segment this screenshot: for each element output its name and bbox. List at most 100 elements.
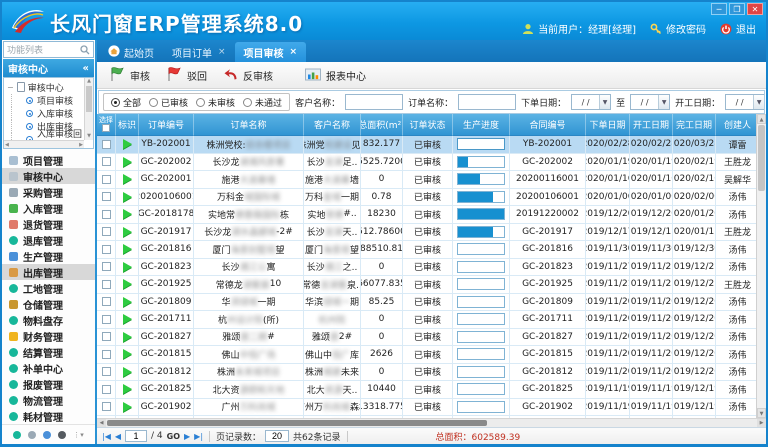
prev-page-button[interactable]: ◀ (115, 432, 121, 441)
table-row[interactable]: GC-201815佛山中恒广场佛山中恒广库2626已审核GC-201815201… (97, 346, 756, 364)
table-row[interactable]: GC-201816厦门海景别墅观望厦门海景观望188510.818已审核GC-2… (97, 241, 756, 259)
sidebar-item-审核中心[interactable]: 审核中心 (2, 168, 95, 184)
row-checkbox[interactable] (102, 280, 111, 289)
sidebar-item-退货管理[interactable]: 退货管理 (2, 216, 95, 232)
row-checkbox[interactable] (102, 157, 111, 166)
first-page-button[interactable]: |◀ (102, 432, 111, 441)
tab-项目审核[interactable]: 项目审核× (235, 42, 307, 62)
sidebar-item-补单中心[interactable]: 补单中心 (2, 360, 95, 376)
sidebar-item-物料盘存[interactable]: 物料盘存 (2, 312, 95, 328)
page-size-input[interactable] (265, 430, 289, 442)
maximize-button[interactable]: ❐ (729, 3, 745, 15)
column-header-开工日期[interactable]: 开工日期 (630, 114, 673, 136)
dropdown-icon[interactable]: ▼ (658, 95, 669, 109)
column-header-订单编号[interactable]: 订单编号 (139, 114, 194, 136)
radio-未通过[interactable]: 未通过 (243, 96, 282, 109)
close-tab-icon[interactable]: × (218, 47, 226, 57)
next-page-button[interactable]: ▶ (184, 432, 190, 441)
scrollbar-thumb[interactable] (758, 125, 765, 191)
row-checkbox[interactable] (102, 297, 111, 306)
cart-icon[interactable] (28, 431, 36, 439)
radio-已审核[interactable]: 已审核 (149, 96, 188, 109)
column-header-创建人[interactable]: 创建人 (716, 114, 756, 136)
column-header-标识[interactable]: 标识 (116, 114, 139, 136)
column-header-完工日期[interactable]: 完工日期 (673, 114, 716, 136)
customer-name-input[interactable] (345, 94, 403, 110)
column-header-生产进度[interactable]: 生产进度 (453, 114, 510, 136)
grid-vertical-scrollbar[interactable]: ▲ ▼ (756, 114, 766, 418)
table-row[interactable]: GC-2018178实地常德蔷薇国际栋实地常德#..18230已审核201912… (97, 206, 756, 224)
tab-项目订单[interactable]: 项目订单× (163, 42, 235, 62)
dropdown-icon[interactable]: ▼ (599, 95, 610, 109)
close-tab-icon[interactable]: × (290, 47, 298, 57)
tab-起始页[interactable]: 起始页 (99, 42, 163, 62)
dropdown-icon[interactable]: ▼ (753, 95, 764, 109)
column-header-合同编号[interactable]: 合同编号 (510, 114, 586, 136)
row-checkbox[interactable] (102, 227, 111, 236)
start-date-picker[interactable]: / /▼ (725, 94, 765, 110)
scroll-left-icon[interactable]: ◀ (97, 419, 106, 427)
row-checkbox[interactable] (102, 332, 111, 341)
tree-expander-icon[interactable]: − (7, 83, 14, 92)
table-row[interactable]: GC-202002长沙龙湖湘风原著长沙龙湖足..65525.7200..已审核G… (97, 154, 756, 172)
page-number-input[interactable] (125, 430, 147, 442)
column-header-订单名称[interactable]: 订单名称 (194, 114, 304, 136)
row-checkbox[interactable] (102, 175, 111, 184)
order-date-from-picker[interactable]: / /▼ (571, 94, 611, 110)
scroll-right-icon[interactable]: ▶ (757, 419, 766, 427)
sidebar-item-入库管理[interactable]: 入库管理 (2, 200, 95, 216)
row-checkbox[interactable] (102, 367, 111, 376)
order-date-to-picker[interactable]: / /▼ (630, 94, 670, 110)
table-row[interactable]: 20200106001万科金域国际城万科金域一期0.78已审核202001060… (97, 189, 756, 207)
grid-horizontal-scrollbar[interactable]: ◀ ▶ (97, 418, 766, 427)
minimize-button[interactable]: ─ (711, 3, 727, 15)
sidebar-item-生产管理[interactable]: 生产管理 (2, 248, 95, 264)
row-checkbox[interactable] (102, 262, 111, 271)
last-page-button[interactable]: ▶| (194, 432, 203, 441)
sidebar-item-物流管理[interactable]: 物流管理 (2, 392, 95, 408)
column-header-订单状态[interactable]: 订单状态 (403, 114, 453, 136)
sidebar-item-采购管理[interactable]: 采购管理 (2, 184, 95, 200)
sidebar-item-出库管理[interactable]: 出库管理 (2, 264, 95, 280)
leaf-icon[interactable] (43, 431, 51, 439)
table-row[interactable]: GC-201902广州万科尚城广州万科尚城森林13318.775已审核GC-20… (97, 399, 756, 417)
table-row[interactable]: GC-201825北大资源颐和天地北大资源天..10440已审核GC-20182… (97, 381, 756, 399)
order-name-input[interactable] (458, 94, 516, 110)
collapse-panel-icon[interactable]: « (83, 63, 89, 74)
sidebar-item-报废管理[interactable]: 报废管理 (2, 376, 95, 392)
function-search-input[interactable]: 功能列表 (3, 41, 94, 58)
row-checkbox[interactable] (102, 402, 111, 411)
table-row[interactable]: GC-202001施港大道幕墙施港大道幕墙0已审核202001160012020… (97, 171, 756, 189)
hscrollbar-thumb[interactable] (107, 420, 487, 426)
table-row[interactable]: GC-201925常德龙湖紫宸10常德龙湖紫泉..266077.835..已审核… (97, 276, 756, 294)
row-checkbox[interactable] (102, 315, 111, 324)
scroll-down-icon[interactable]: ▼ (757, 408, 766, 418)
报表中心-button[interactable]: 报表中心 (299, 65, 372, 86)
sidebar-item-耗材管理[interactable]: 耗材管理 (2, 408, 95, 424)
scroll-up-icon[interactable]: ▲ (757, 114, 766, 124)
row-checkbox[interactable] (102, 192, 111, 201)
row-checkbox[interactable] (102, 210, 111, 219)
tree-vertical-scrollbar[interactable]: ▲▼ (84, 78, 93, 140)
sidebar-item-结算管理[interactable]: 结算管理 (2, 344, 95, 360)
column-header-选择[interactable]: 选择 (97, 114, 116, 136)
tree-horizontal-scrollbar[interactable]: ◀▶ (4, 140, 84, 148)
sidebar-item-仓储管理[interactable]: 仓储管理 (2, 296, 95, 312)
table-row[interactable]: GC-201812株洲未来城项目株洲城建未来0已审核GC-2018122019/… (97, 364, 756, 382)
row-checkbox[interactable] (102, 245, 111, 254)
book-icon[interactable] (58, 431, 66, 439)
table-row[interactable]: GC-201827雅颂居二期#雅颂居2#0已审核GC-2018272019/11… (97, 329, 756, 347)
tree-item-项目审核[interactable]: 项目审核 (11, 94, 83, 107)
radio-未审核[interactable]: 未审核 (196, 96, 235, 109)
反审核-button[interactable]: 反审核 (217, 65, 279, 86)
change-password-button[interactable]: 修改密码 (650, 21, 706, 36)
column-header-客户名称[interactable]: 客户名称 (304, 114, 361, 136)
close-button[interactable]: ✕ (747, 3, 763, 15)
table-row[interactable]: GC-201917长沙龙湖水晶郦城-2#长沙龙湖天..8512.78600..已… (97, 224, 756, 242)
column-header-总面积(m²)[interactable]: 总面积(m²) (361, 114, 403, 136)
radio-全部[interactable]: 全部 (111, 96, 141, 109)
tree-item-入库审核[interactable]: 入库审核 (11, 107, 83, 120)
more-icon[interactable]: ⋮▾ (73, 431, 84, 439)
dot-icon[interactable] (13, 431, 21, 439)
row-checkbox[interactable] (102, 385, 111, 394)
